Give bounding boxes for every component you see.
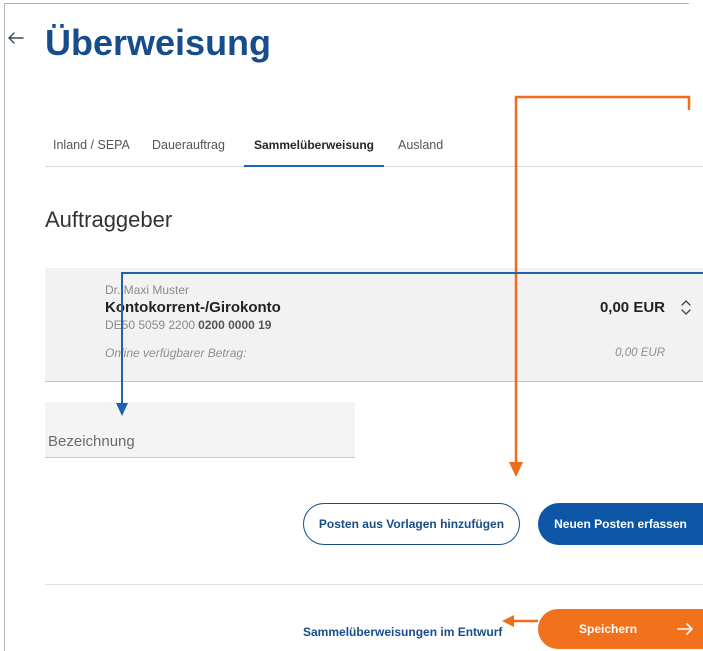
chevron-up-down-icon-graphic (681, 300, 691, 315)
section-title: Auftraggeber (45, 207, 173, 232)
available-amount-value: 0,00 EUR (615, 347, 665, 359)
drafts-link[interactable]: Sammelüberweisungen im Entwurf (303, 625, 502, 639)
annotation-orange-arrowhead-down (509, 462, 523, 477)
arrow-right-icon (677, 623, 693, 635)
arrow-left-icon[interactable] (8, 31, 24, 45)
available-amount-label: Online verfügbarer Betrag: (105, 346, 247, 360)
iban-account-number: 0200 0000 19 (198, 318, 272, 332)
save-button[interactable]: Speichern (538, 609, 703, 649)
account-name: Kontokorrent-/Girokonto (105, 299, 281, 316)
iban-prefix: DE50 5059 2200 (105, 318, 196, 332)
frame-border-top (4, 3, 689, 4)
frame-border-left (4, 3, 5, 651)
account-balance: 0,00 EUR (599, 299, 665, 316)
arrow-right-icon-graphic (677, 623, 693, 635)
chevron-up-down-icon[interactable] (681, 299, 691, 316)
transfer-page: Überweisung Inland / SEPA Dauerauftrag S… (0, 0, 703, 651)
account-holder: Dr. Maxi Muster (105, 283, 190, 297)
annotation-orange-arrowhead-left (502, 615, 514, 627)
footer-divider (45, 584, 703, 585)
tab-inland-sepa[interactable]: Inland / SEPA (53, 130, 130, 167)
arrow-left-icon-graphic (8, 32, 24, 44)
tab-dauerauftrag[interactable]: Dauerauftrag (152, 130, 225, 167)
tab-sammelueberweisung[interactable]: Sammelüberweisung (244, 130, 384, 167)
tab-ausland[interactable]: Ausland (398, 130, 443, 167)
account-iban: DE50 5059 2200 0200 0000 19 (105, 318, 271, 332)
page-title: Überweisung (45, 22, 272, 63)
account-selector[interactable]: Dr. Maxi Muster Kontokorrent-/Girokonto … (45, 268, 703, 382)
description-input[interactable] (45, 402, 355, 458)
add-from-templates-button[interactable]: Posten aus Vorlagen hinzufügen (303, 503, 520, 545)
save-button-label: Speichern (579, 622, 638, 636)
new-item-button[interactable]: Neuen Posten erfassen (538, 503, 703, 545)
